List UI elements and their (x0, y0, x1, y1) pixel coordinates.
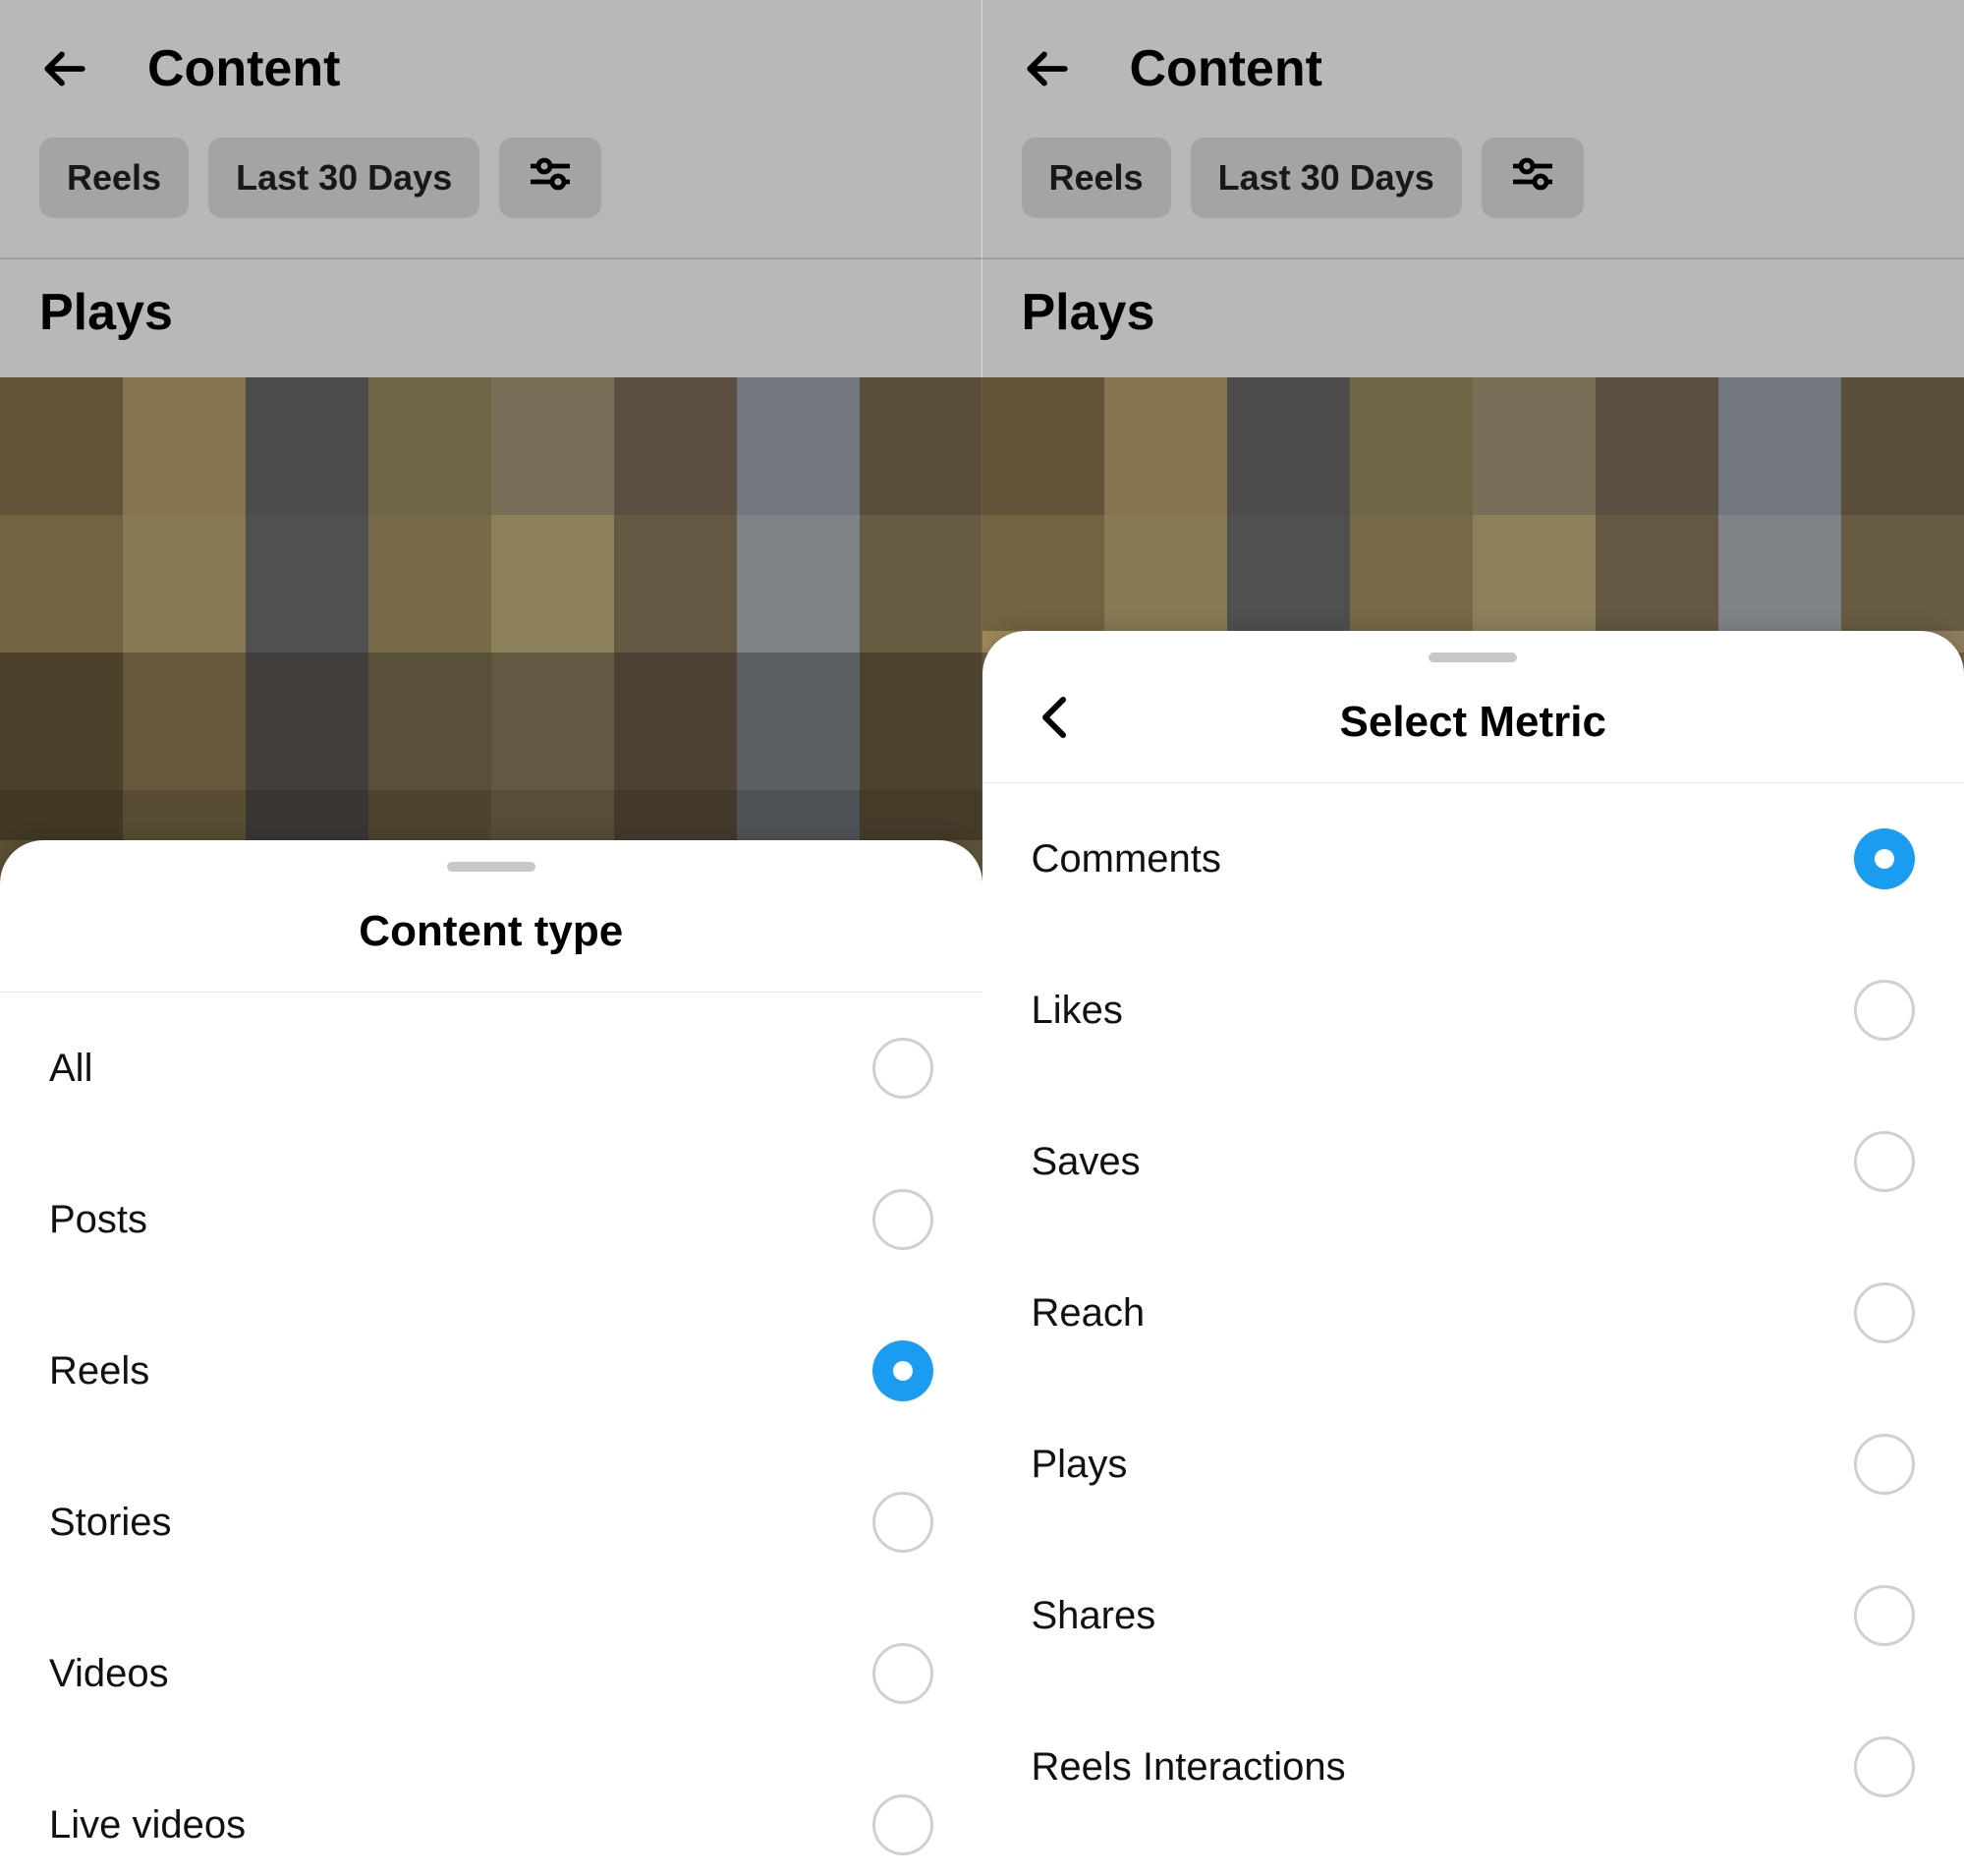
option-label: Videos (49, 1652, 169, 1696)
page-title: Content (1130, 39, 1322, 98)
radio-button[interactable] (1854, 1282, 1915, 1343)
sheet-drag-handle[interactable] (447, 862, 535, 872)
page-title: Content (147, 39, 340, 98)
option-label: Comments (1032, 837, 1221, 881)
option-row[interactable]: Comments (982, 783, 1964, 935)
radio-button[interactable] (872, 1340, 933, 1401)
filter-chips: Reels Last 30 Days (0, 118, 982, 257)
option-label: Shares (1032, 1594, 1156, 1638)
options-list: Comments Likes Saves Reach Plays Shares Reels … (982, 783, 1964, 1843)
sheet-select-metric: Select Metric Comments Likes Saves Reach Pla… (982, 631, 1964, 1876)
option-row[interactable]: Reach (982, 1237, 1964, 1389)
chip-filter-settings[interactable] (1482, 138, 1584, 218)
radio-button[interactable] (1854, 1736, 1915, 1797)
radio-button[interactable] (1854, 1434, 1915, 1495)
radio-button[interactable] (872, 1794, 933, 1855)
header: Content (982, 0, 1964, 118)
options-list: All Posts Reels Stories Videos Live videos (0, 993, 982, 1876)
radio-button[interactable] (1854, 1585, 1915, 1646)
option-row[interactable]: All (0, 993, 982, 1144)
option-row[interactable]: Posts (0, 1144, 982, 1295)
sheet-back-button[interactable] (1032, 694, 1079, 741)
option-row[interactable]: Reels (0, 1295, 982, 1447)
option-row[interactable]: Shares (982, 1540, 1964, 1691)
radio-button[interactable] (872, 1643, 933, 1704)
sliders-icon (527, 154, 574, 202)
sheet-content-type: Content type All Posts Reels Stories Videos L… (0, 840, 982, 1876)
option-row[interactable]: Likes (982, 935, 1964, 1086)
option-label: Reach (1032, 1291, 1146, 1336)
chip-content-type[interactable]: Reels (1022, 138, 1171, 218)
sliders-icon (1509, 154, 1556, 202)
radio-button[interactable] (1854, 1131, 1915, 1192)
option-label: Live videos (49, 1803, 246, 1848)
option-label: Plays (1032, 1443, 1128, 1487)
chip-date-range[interactable]: Last 30 Days (1191, 138, 1462, 218)
radio-button[interactable] (1854, 828, 1915, 889)
option-row[interactable]: Reels Interactions (982, 1691, 1964, 1843)
sheet-title: Select Metric (982, 698, 1964, 747)
panel-left: Content Reels Last 30 Days Plays Content… (0, 0, 982, 1876)
header: Content (0, 0, 982, 118)
option-row[interactable]: Videos (0, 1598, 982, 1749)
section-heading: Plays (982, 259, 1964, 377)
chip-content-type[interactable]: Reels (39, 138, 189, 218)
section-heading: Plays (0, 259, 982, 377)
option-label: Reels (49, 1349, 149, 1393)
chip-filter-settings[interactable] (499, 138, 601, 218)
option-label: Saves (1032, 1140, 1141, 1184)
option-label: Reels Interactions (1032, 1745, 1346, 1790)
option-row[interactable]: Stories (0, 1447, 982, 1598)
back-arrow-icon[interactable] (1022, 44, 1071, 93)
radio-button[interactable] (872, 1492, 933, 1553)
option-label: Likes (1032, 989, 1123, 1033)
filter-chips: Reels Last 30 Days (982, 118, 1964, 257)
sheet-drag-handle[interactable] (1429, 653, 1517, 662)
option-label: Posts (49, 1198, 147, 1242)
sheet-title: Content type (0, 907, 982, 956)
radio-button[interactable] (872, 1189, 933, 1250)
option-label: All (49, 1047, 92, 1091)
option-row[interactable]: Plays (982, 1389, 1964, 1540)
option-label: Stories (49, 1501, 172, 1545)
radio-button[interactable] (872, 1038, 933, 1099)
panel-right: Content Reels Last 30 Days Plays Select … (982, 0, 1964, 1876)
chip-date-range[interactable]: Last 30 Days (208, 138, 479, 218)
back-arrow-icon[interactable] (39, 44, 88, 93)
radio-button[interactable] (1854, 980, 1915, 1041)
option-row[interactable]: Saves (982, 1086, 1964, 1237)
option-row[interactable]: Live videos (0, 1749, 982, 1876)
